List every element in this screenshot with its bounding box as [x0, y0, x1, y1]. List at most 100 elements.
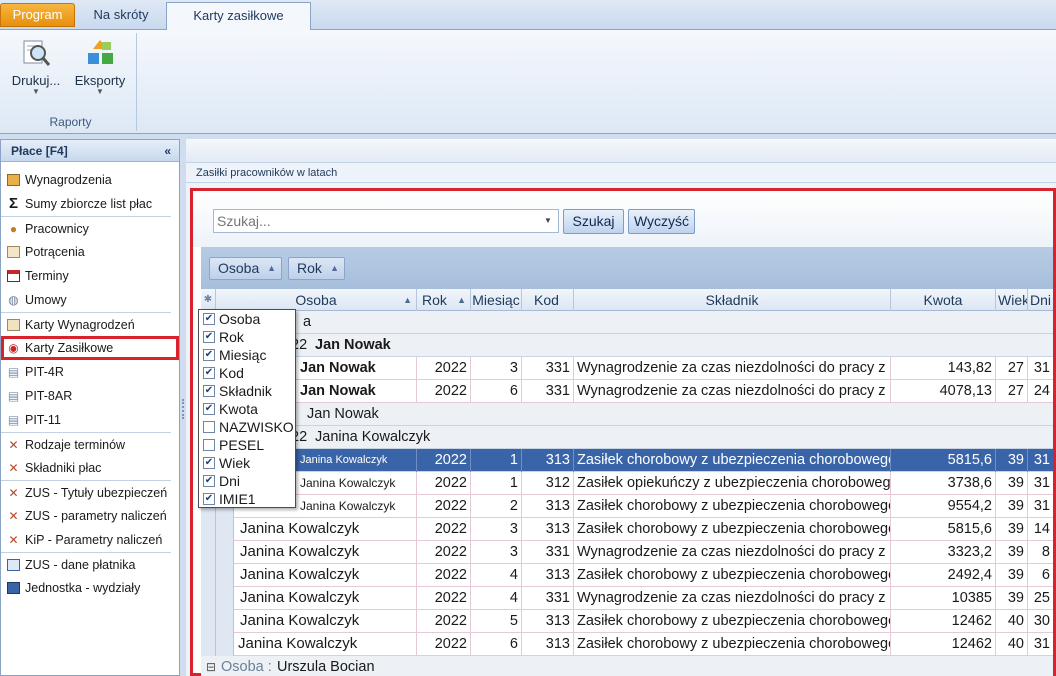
- checkbox[interactable]: ✔: [203, 313, 215, 325]
- group-row[interactable]: 22 Jan Nowak: [201, 334, 1053, 357]
- chooser-item-rok[interactable]: ✔ Rok: [199, 328, 295, 346]
- table-row[interactable]: Jan Nowak 2022 3 331 Wynagrodzenie za cz…: [201, 357, 1053, 380]
- checkbox[interactable]: ✔: [203, 349, 215, 361]
- chooser-item-kod[interactable]: ✔ Kod: [199, 364, 295, 382]
- checkbox[interactable]: ✔: [203, 367, 215, 379]
- chooser-item-nazwisko[interactable]: NAZWISKO: [199, 418, 295, 436]
- nav-item-zus-parametry[interactable]: ✕ ZUS - parametry naliczeń: [1, 504, 179, 528]
- chooser-label: Składnik: [219, 383, 272, 399]
- card-icon: [7, 319, 20, 331]
- eksporty-button[interactable]: Eksporty ▼: [72, 35, 128, 107]
- cell-miesiac: 1: [471, 449, 522, 472]
- tab-karty-zasilkowe[interactable]: Karty zasiłkowe: [166, 2, 311, 31]
- nav-label: Rodzaje terminów: [25, 438, 126, 452]
- nav-item-jednostka-wydzialy[interactable]: Jednostka - wydziały: [1, 576, 179, 600]
- nav-item-wynagrodzenia[interactable]: Wynagrodzenia: [1, 168, 179, 192]
- row-indent: [201, 587, 216, 610]
- chooser-item-skladnik[interactable]: ✔ Składnik: [199, 382, 295, 400]
- group-row[interactable]: 22 Janina Kowalczyk: [201, 426, 1053, 449]
- column-header-wiek[interactable]: Wiek: [996, 289, 1028, 311]
- nav-item-pit-8ar[interactable]: ▤ PIT-8AR: [1, 384, 179, 408]
- nav-label: Składniki płac: [25, 461, 102, 475]
- nav-item-kip-parametry[interactable]: ✕ KiP - Parametry naliczeń: [1, 528, 179, 552]
- tab-na-skroty[interactable]: Na skróty: [78, 2, 164, 30]
- search-input[interactable]: [213, 209, 559, 233]
- chooser-item-kwota[interactable]: ✔ Kwota: [199, 400, 295, 418]
- chooser-item-imie1[interactable]: ✔ IMIE1: [199, 490, 295, 508]
- search-button[interactable]: Szukaj: [563, 209, 624, 234]
- drukuj-label: Drukuj...: [11, 73, 61, 88]
- clear-button[interactable]: Wyczyść: [628, 209, 695, 234]
- nav-item-sumy-zbiorcze[interactable]: Σ Sumy zbiorcze list płac: [1, 192, 179, 216]
- table-row[interactable]: Janina Kowalczyk 2022 2 313 Zasiłek chor…: [201, 495, 1053, 518]
- contract-icon: ◍: [8, 293, 19, 307]
- table-row[interactable]: Jan Nowak 2022 6 331 Wynagrodzenie za cz…: [201, 380, 1053, 403]
- expand-icon[interactable]: ⊟: [206, 656, 216, 676]
- column-header-miesiac[interactable]: Miesiąc: [471, 289, 522, 311]
- panel-title: Płace [F4]: [11, 144, 68, 158]
- checkbox[interactable]: ✔: [203, 493, 215, 505]
- column-header-kwota[interactable]: Kwota: [891, 289, 996, 311]
- table-row[interactable]: Janina Kowalczyk 2022 5 313 Zasiłek chor…: [201, 610, 1053, 633]
- group-chip-rok[interactable]: Rok ▲: [288, 257, 345, 280]
- panel-header: Płace [F4] «: [1, 140, 179, 162]
- collapse-icon[interactable]: «: [164, 140, 171, 162]
- nav-item-potracenia[interactable]: Potrącenia: [1, 240, 179, 264]
- header-label: Osoba: [295, 292, 337, 308]
- nav-item-umowy[interactable]: ◍ Umowy: [1, 288, 179, 312]
- nav-item-zus-tytuly[interactable]: ✕ ZUS - Tytuły ubezpieczeń: [1, 480, 171, 504]
- group-row[interactable]: ⊟ Osoba : Urszula Bocian: [201, 656, 1053, 676]
- nav-item-zus-dane-platnika[interactable]: ZUS - dane płatnika: [1, 552, 171, 576]
- nav-item-rodzaje-terminow[interactable]: ✕ Rodzaje terminów: [1, 432, 171, 456]
- group-row[interactable]: a: [201, 311, 1053, 334]
- cell-rok: 2022: [417, 449, 471, 472]
- group-label: Osoba :: [221, 659, 272, 675]
- nav-item-pit-11[interactable]: ▤ PIT-11: [1, 408, 179, 432]
- chooser-item-osoba[interactable]: ✔ Osoba: [199, 310, 295, 328]
- document-icon: ▤: [7, 413, 20, 427]
- column-header-kod[interactable]: Kod: [522, 289, 574, 311]
- group-chip-osoba[interactable]: Osoba ▲: [209, 257, 282, 280]
- nav-item-skladniki-plac[interactable]: ✕ Składniki płac: [1, 456, 179, 480]
- chooser-item-dni[interactable]: ✔ Dni: [199, 472, 295, 490]
- table-row[interactable]: Janina Kowalczyk 2022 4 331 Wynagrodzeni…: [201, 587, 1053, 610]
- nav-item-karty-zasilkowe[interactable]: ◉ Karty Zasiłkowe: [1, 336, 179, 360]
- cell-osoba: Janina Kowalczyk: [234, 633, 417, 656]
- table-row[interactable]: Janina Kowalczyk 2022 6 313 Zasiłek chor…: [201, 633, 1053, 656]
- nav-item-terminy[interactable]: Terminy: [1, 264, 179, 288]
- column-header-osoba[interactable]: Osoba ▲: [216, 289, 417, 311]
- nav-item-pracownicy[interactable]: ● Pracownicy: [1, 216, 171, 240]
- table-row[interactable]: Janina Kowalczyk 2022 1 312 Zasiłek opie…: [201, 472, 1053, 495]
- checkbox[interactable]: ✔: [203, 331, 215, 343]
- checkbox[interactable]: ✔: [203, 403, 215, 415]
- group-row[interactable]: Jan Nowak: [201, 403, 1053, 426]
- chevron-down-icon[interactable]: ▼: [544, 216, 552, 225]
- cell-miesiac: 1: [471, 472, 522, 495]
- table-row[interactable]: Janina Kowalczyk 2022 4 313 Zasiłek chor…: [201, 564, 1053, 587]
- cell-kwota: 143,82: [891, 357, 996, 380]
- nav-item-pit-4r[interactable]: ▤ PIT-4R: [1, 360, 179, 384]
- cell-skladnik: Zasiłek opiekuńczy z ubezpieczenia choro…: [574, 472, 891, 495]
- table-row[interactable]: Janina Kowalczyk 2022 3 331 Wynagrodzeni…: [201, 541, 1053, 564]
- tab-program[interactable]: Program: [0, 3, 75, 27]
- checkbox[interactable]: ✔: [203, 475, 215, 487]
- chooser-item-wiek[interactable]: ✔ Wiek: [199, 454, 295, 472]
- checkbox[interactable]: ✔: [203, 457, 215, 469]
- drukuj-button[interactable]: Drukuj... ▼: [8, 35, 64, 107]
- chooser-item-miesiac[interactable]: ✔ Miesiąc: [199, 346, 295, 364]
- column-header-skladnik[interactable]: Składnik: [574, 289, 891, 311]
- chooser-item-pesel[interactable]: PESEL: [199, 436, 295, 454]
- column-header-rok[interactable]: Rok ▲: [417, 289, 471, 311]
- checkbox[interactable]: [203, 439, 215, 451]
- nav-item-karty-wynagrodzen[interactable]: Karty Wynagrodzeń: [1, 312, 171, 336]
- cell-rok: 2022: [417, 472, 471, 495]
- chooser-label: PESEL: [219, 437, 265, 453]
- checkbox[interactable]: ✔: [203, 385, 215, 397]
- table-row-selected[interactable]: Janina Kowalczyk 2022 1 313 Zasiłek chor…: [201, 449, 1053, 472]
- cell-osoba: Janina Kowalczyk: [234, 564, 417, 587]
- column-chooser-icon[interactable]: ✱: [201, 289, 216, 311]
- table-row[interactable]: Janina Kowalczyk 2022 3 313 Zasiłek chor…: [201, 518, 1053, 541]
- column-header-dni[interactable]: Dni: [1028, 289, 1053, 311]
- checkbox[interactable]: [203, 421, 215, 433]
- cell-wiek: 27: [996, 357, 1028, 380]
